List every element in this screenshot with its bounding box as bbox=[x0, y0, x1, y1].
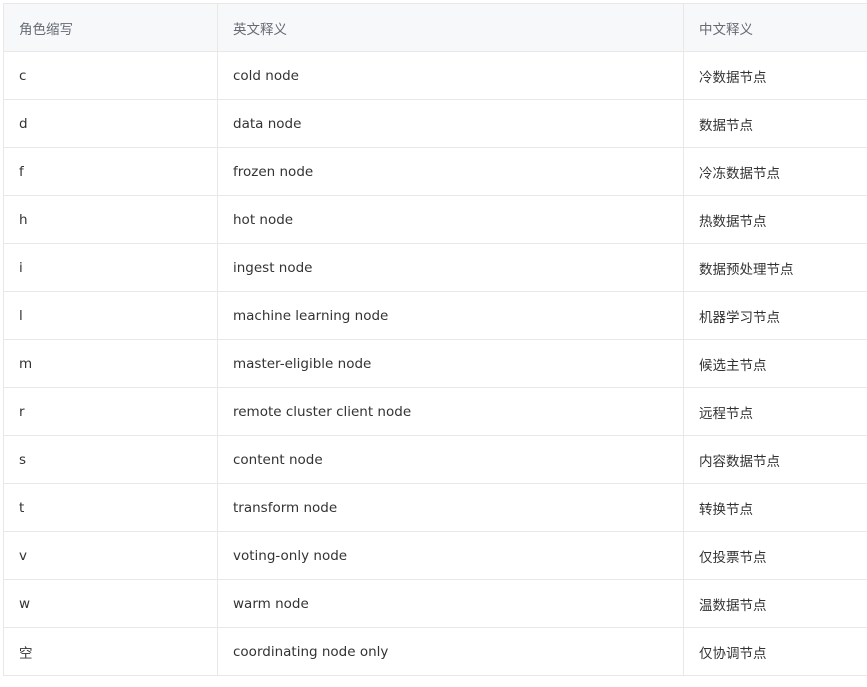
cell-chinese-meaning: 冷冻数据节点 bbox=[683, 147, 867, 196]
cell-chinese-meaning: 内容数据节点 bbox=[683, 435, 867, 484]
table-row: t transform node 转换节点 bbox=[3, 483, 867, 532]
cell-chinese-meaning: 远程节点 bbox=[683, 387, 867, 436]
roles-table-container: 角色缩写 英文释义 中文释义 c cold node 冷数据节点 d data node… bbox=[3, 3, 867, 676]
table-row: s content node 内容数据节点 bbox=[3, 435, 867, 484]
table-row: m master-eligible node 候选主节点 bbox=[3, 339, 867, 388]
cell-chinese-meaning: 机器学习节点 bbox=[683, 291, 867, 340]
cell-role-abbreviation: c bbox=[3, 51, 218, 100]
table-row: r remote cluster client node 远程节点 bbox=[3, 387, 867, 436]
cell-role-abbreviation: h bbox=[3, 195, 218, 244]
cell-english-meaning: content node bbox=[217, 435, 684, 484]
table-row: 空 coordinating node only 仅协调节点 bbox=[3, 627, 867, 676]
table-header: 角色缩写 英文释义 中文释义 bbox=[3, 3, 867, 52]
header-row: 角色缩写 英文释义 中文释义 bbox=[3, 3, 867, 52]
table-row: l machine learning node 机器学习节点 bbox=[3, 291, 867, 340]
cell-chinese-meaning: 冷数据节点 bbox=[683, 51, 867, 100]
cell-role-abbreviation: i bbox=[3, 243, 218, 292]
header-chinese-meaning: 中文释义 bbox=[683, 3, 867, 52]
cell-role-abbreviation: v bbox=[3, 531, 218, 580]
cell-chinese-meaning: 数据预处理节点 bbox=[683, 243, 867, 292]
cell-chinese-meaning: 仅协调节点 bbox=[683, 627, 867, 676]
cell-role-abbreviation: f bbox=[3, 147, 218, 196]
cell-english-meaning: frozen node bbox=[217, 147, 684, 196]
cell-english-meaning: voting-only node bbox=[217, 531, 684, 580]
cell-english-meaning: warm node bbox=[217, 579, 684, 628]
cell-english-meaning: ingest node bbox=[217, 243, 684, 292]
cell-role-abbreviation: s bbox=[3, 435, 218, 484]
cell-role-abbreviation: w bbox=[3, 579, 218, 628]
cell-english-meaning: coordinating node only bbox=[217, 627, 684, 676]
cell-role-abbreviation: l bbox=[3, 291, 218, 340]
cell-english-meaning: machine learning node bbox=[217, 291, 684, 340]
table-row: w warm node 温数据节点 bbox=[3, 579, 867, 628]
cell-english-meaning: hot node bbox=[217, 195, 684, 244]
cell-role-abbreviation: d bbox=[3, 99, 218, 148]
table-row: c cold node 冷数据节点 bbox=[3, 51, 867, 100]
cell-english-meaning: data node bbox=[217, 99, 684, 148]
cell-role-abbreviation: t bbox=[3, 483, 218, 532]
table-row: d data node 数据节点 bbox=[3, 99, 867, 148]
node-roles-table: 角色缩写 英文释义 中文释义 c cold node 冷数据节点 d data node… bbox=[3, 3, 867, 676]
cell-english-meaning: cold node bbox=[217, 51, 684, 100]
cell-english-meaning: remote cluster client node bbox=[217, 387, 684, 436]
table-row: v voting-only node 仅投票节点 bbox=[3, 531, 867, 580]
cell-role-abbreviation: r bbox=[3, 387, 218, 436]
cell-chinese-meaning: 仅投票节点 bbox=[683, 531, 867, 580]
cell-role-abbreviation: m bbox=[3, 339, 218, 388]
cell-chinese-meaning: 热数据节点 bbox=[683, 195, 867, 244]
table-row: f frozen node 冷冻数据节点 bbox=[3, 147, 867, 196]
cell-chinese-meaning: 转换节点 bbox=[683, 483, 867, 532]
table-row: i ingest node 数据预处理节点 bbox=[3, 243, 867, 292]
cell-english-meaning: transform node bbox=[217, 483, 684, 532]
table-body: c cold node 冷数据节点 d data node 数据节点 f frozen nod… bbox=[3, 51, 867, 676]
header-english-meaning: 英文释义 bbox=[217, 3, 684, 52]
header-role-abbreviation: 角色缩写 bbox=[3, 3, 218, 52]
cell-chinese-meaning: 数据节点 bbox=[683, 99, 867, 148]
table-row: h hot node 热数据节点 bbox=[3, 195, 867, 244]
cell-chinese-meaning: 温数据节点 bbox=[683, 579, 867, 628]
cell-english-meaning: master-eligible node bbox=[217, 339, 684, 388]
cell-chinese-meaning: 候选主节点 bbox=[683, 339, 867, 388]
cell-role-abbreviation: 空 bbox=[3, 627, 218, 676]
